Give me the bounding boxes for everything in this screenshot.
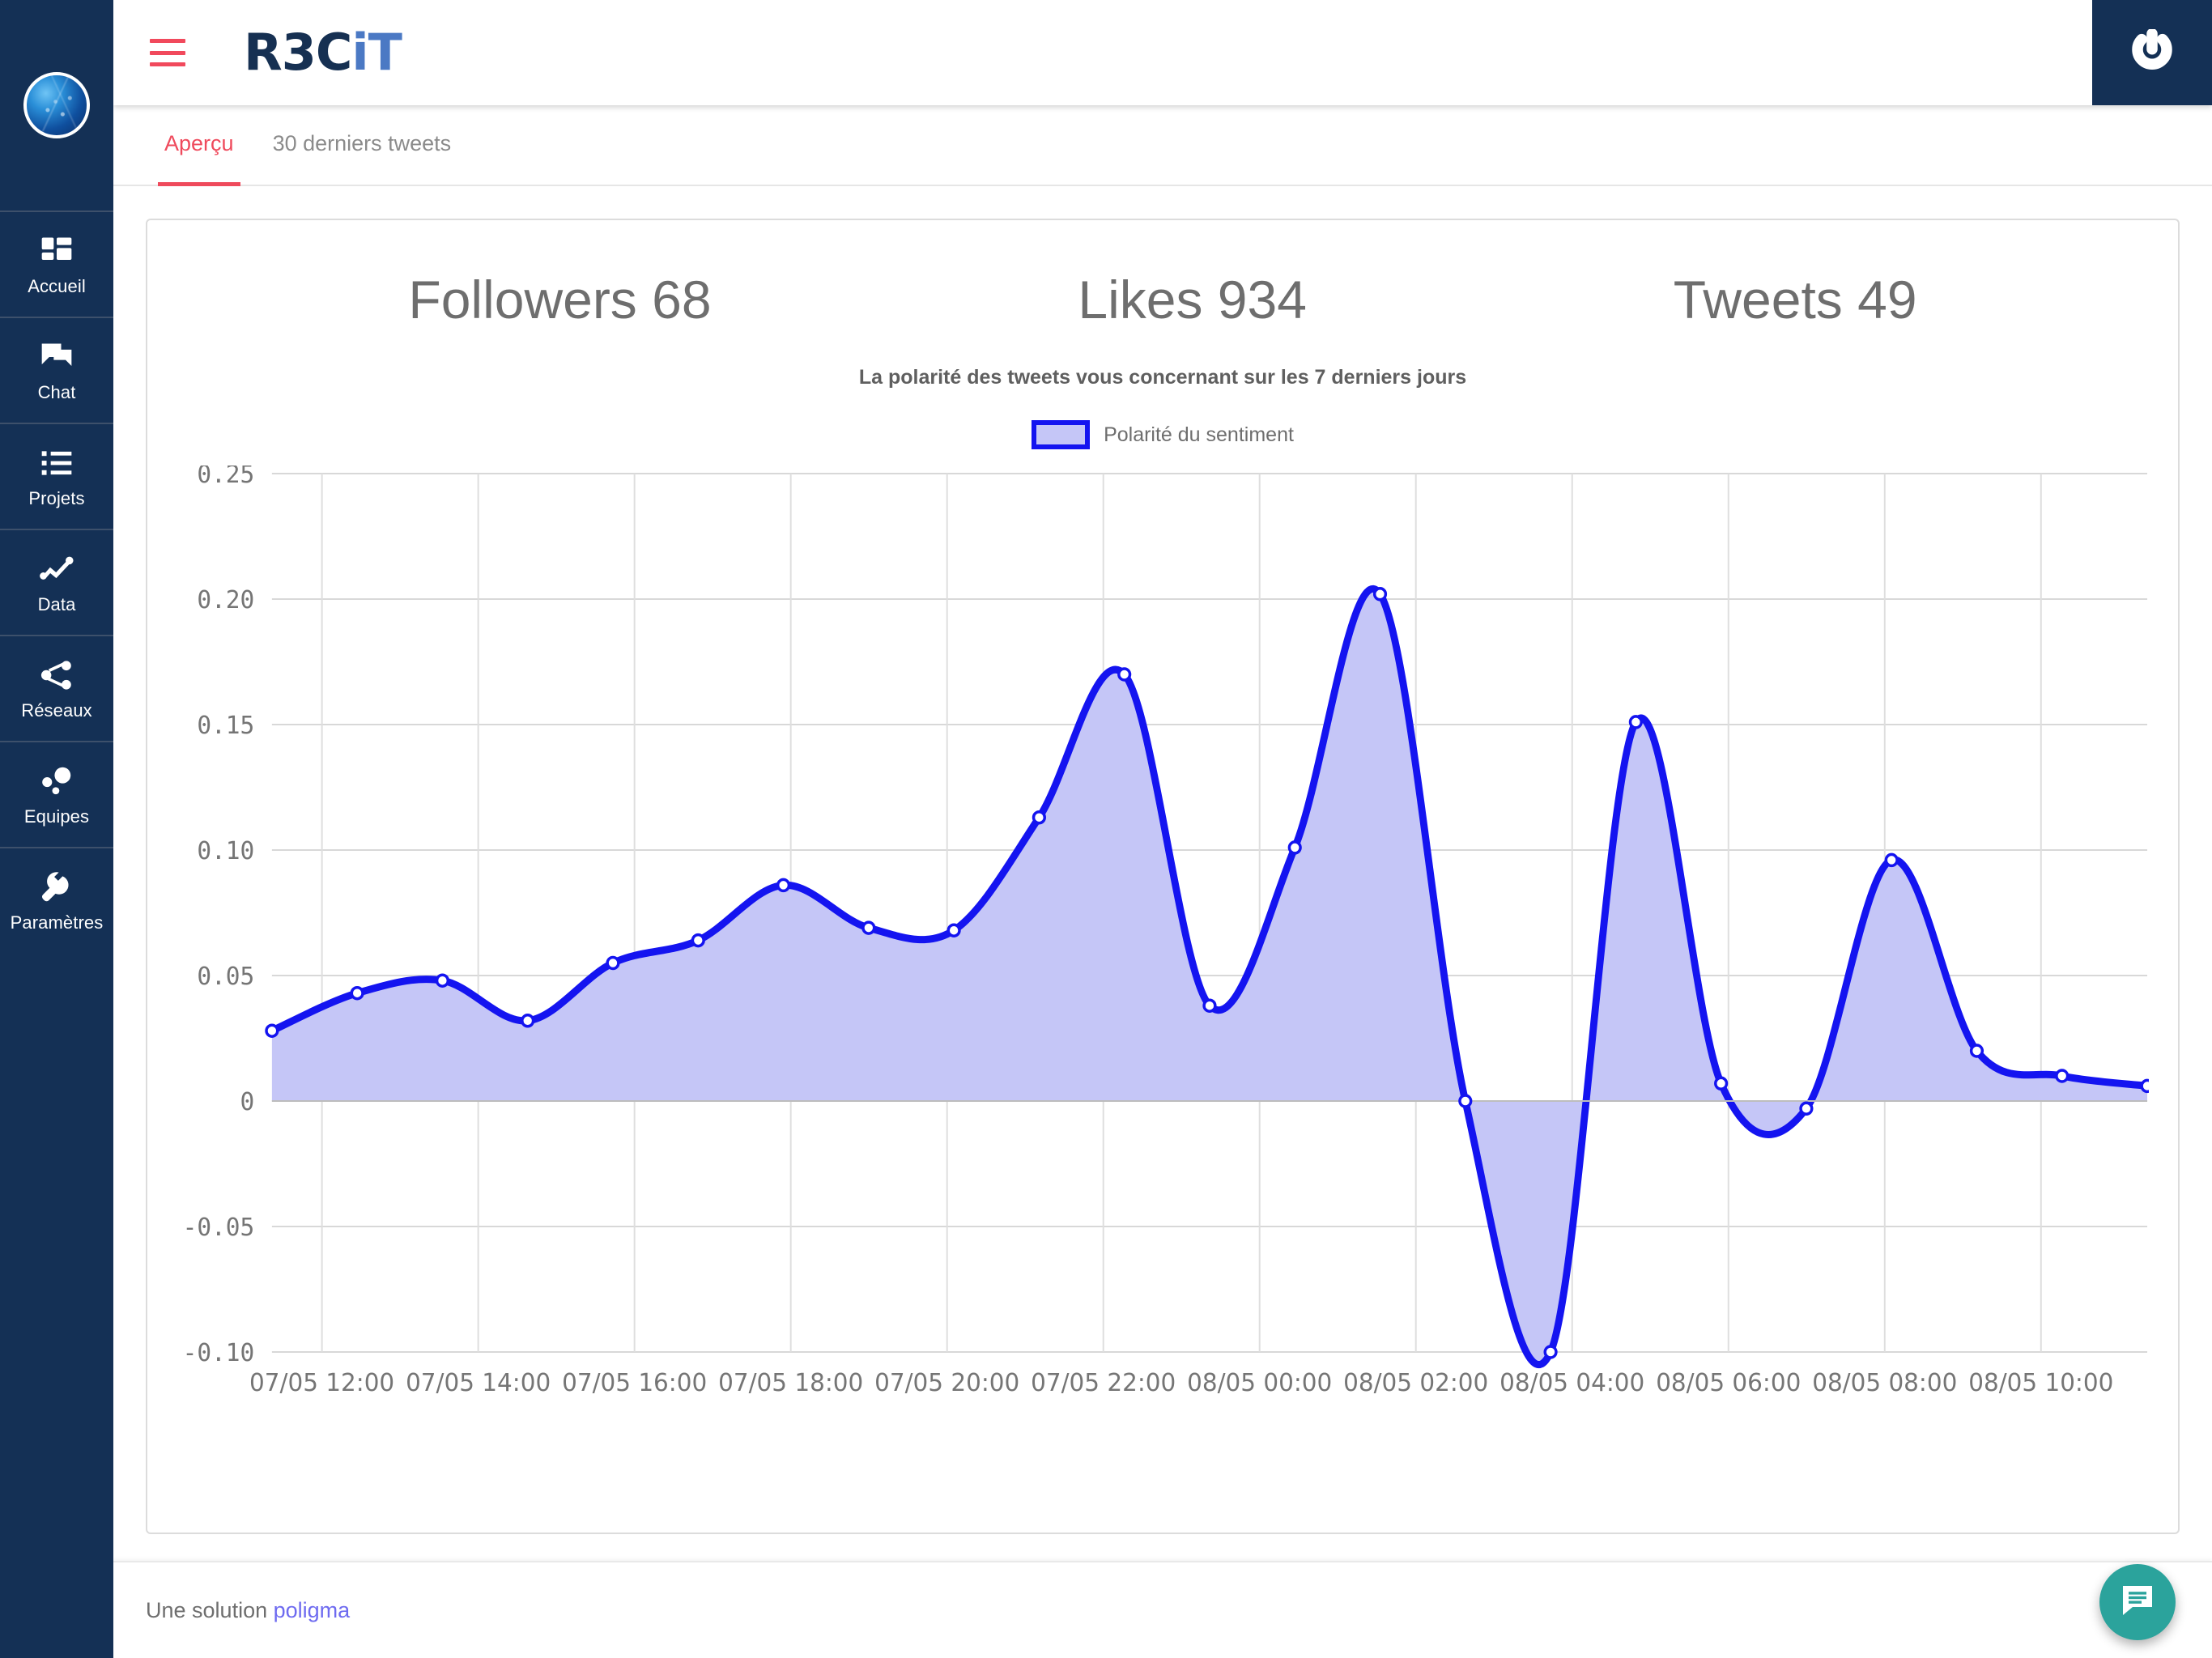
logo-primary: R3C	[244, 23, 352, 82]
trend-line-icon	[39, 551, 74, 587]
sidebar-item-parametres[interactable]: Paramètres	[0, 847, 113, 953]
stat-tweets: Tweets 49	[1673, 270, 1917, 329]
svg-text:-0.10: -0.10	[183, 1339, 255, 1367]
avatar[interactable]	[23, 72, 90, 138]
svg-text:0.10: 0.10	[197, 837, 254, 865]
svg-text:0.20: 0.20	[197, 586, 254, 614]
svg-text:08/05 04:00: 08/05 04:00	[1499, 1369, 1644, 1397]
chart-canvas: 0.25 0.20 0.15 0.10 0.05 0 -0.05 -0.1007/05 12:…	[183, 466, 2149, 1397]
tab-label: 30 derniers tweets	[272, 131, 452, 155]
sidebar-item-label: Chat	[37, 382, 76, 402]
sidebar-item-label: Projets	[28, 488, 85, 508]
avatar-container	[0, 0, 113, 210]
chat-bubble-icon	[2118, 1581, 2157, 1624]
svg-text:08/05 06:00: 08/05 06:00	[1656, 1369, 1801, 1397]
sidebar-item-label: Paramètres	[10, 912, 104, 933]
tab-derniers-tweets[interactable]: 30 derniers tweets	[266, 105, 458, 186]
svg-text:08/05 08:00: 08/05 08:00	[1812, 1369, 1957, 1397]
svg-text:08/05 02:00: 08/05 02:00	[1343, 1369, 1488, 1397]
logo-secondary: iT	[351, 23, 402, 82]
tab-label: Aperçu	[164, 131, 234, 155]
sidebar-item-label: Accueil	[28, 276, 86, 296]
svg-text:-0.05: -0.05	[183, 1214, 255, 1242]
footer-link-poligma[interactable]: poligma	[274, 1598, 351, 1622]
wrench-icon	[39, 869, 74, 905]
svg-text:08/05 10:00: 08/05 10:00	[1968, 1369, 2113, 1397]
overview-card: Followers 68 Likes 934 Tweets 49 La pola…	[146, 219, 2180, 1534]
sidebar-item-chat[interactable]: Chat	[0, 317, 113, 423]
footer: Une solution poligma	[113, 1561, 2212, 1658]
sidebar: Accueil Chat Projets Data Réseaux Equipe…	[0, 0, 113, 1658]
content-area: Followers 68 Likes 934 Tweets 49 La pola…	[113, 186, 2212, 1561]
chart-title: La polarité des tweets vous concernant s…	[858, 366, 1467, 389]
tab-apercu[interactable]: Aperçu	[158, 105, 240, 186]
svg-text:07/05 20:00: 07/05 20:00	[874, 1369, 1019, 1397]
sidebar-item-reseaux[interactable]: Réseaux	[0, 635, 113, 741]
topbar: R3C iT	[113, 0, 2212, 105]
list-icon	[39, 445, 74, 481]
svg-text:0.15: 0.15	[197, 712, 254, 740]
chat-fab-button[interactable]	[2099, 1564, 2176, 1640]
tab-bar: Aperçu 30 derniers tweets	[113, 105, 2212, 186]
sidebar-item-accueil[interactable]: Accueil	[0, 210, 113, 317]
sidebar-item-label: Réseaux	[21, 700, 92, 721]
stats-row: Followers 68 Likes 934 Tweets 49	[177, 228, 2149, 330]
sidebar-item-label: Data	[37, 594, 76, 614]
sidebar-item-equipes[interactable]: Equipes	[0, 741, 113, 847]
sidebar-item-data[interactable]: Data	[0, 529, 113, 635]
svg-text:07/05 18:00: 07/05 18:00	[718, 1369, 863, 1397]
power-icon	[2130, 28, 2174, 77]
app-root: Accueil Chat Projets Data Réseaux Equipe…	[0, 0, 2212, 1658]
chat-icon	[39, 339, 74, 375]
stat-followers: Followers 68	[408, 270, 712, 329]
share-icon	[39, 657, 74, 693]
svg-text:08/05 00:00: 08/05 00:00	[1187, 1369, 1332, 1397]
stat-likes: Likes 934	[1078, 270, 1307, 329]
sentiment-chart[interactable]: 0.25 0.20 0.15 0.10 0.05 0 -0.05 -0.10 07/05 12:…	[177, 466, 2149, 1421]
app-logo[interactable]: R3C iT	[244, 28, 402, 78]
svg-text:07/05 16:00: 07/05 16:00	[562, 1369, 707, 1397]
main-area: R3C iT Aperçu 30 derniers tweets Follower…	[113, 0, 2212, 1658]
logout-button[interactable]	[2092, 0, 2212, 105]
svg-text:07/05 14:00: 07/05 14:00	[406, 1369, 551, 1397]
footer-prefix: Une solution	[146, 1597, 268, 1622]
bubbles-icon	[39, 763, 74, 799]
svg-text:0.05: 0.05	[197, 963, 254, 991]
legend-label: Polarité du sentiment	[1104, 423, 1294, 446]
hamburger-icon[interactable]	[150, 39, 185, 66]
svg-text:0: 0	[240, 1088, 255, 1116]
chart-legend: Polarité du sentiment	[177, 420, 2149, 449]
svg-text:0.25: 0.25	[197, 466, 254, 489]
svg-text:07/05 22:00: 07/05 22:00	[1031, 1369, 1176, 1397]
sidebar-item-projets[interactable]: Projets	[0, 423, 113, 529]
sidebar-item-label: Equipes	[23, 806, 90, 827]
svg-text:07/05 12:00: 07/05 12:00	[249, 1369, 394, 1397]
legend-swatch[interactable]	[1032, 420, 1091, 449]
footer-text: Une solution poligma	[146, 1598, 350, 1623]
dashboard-icon	[39, 233, 74, 269]
